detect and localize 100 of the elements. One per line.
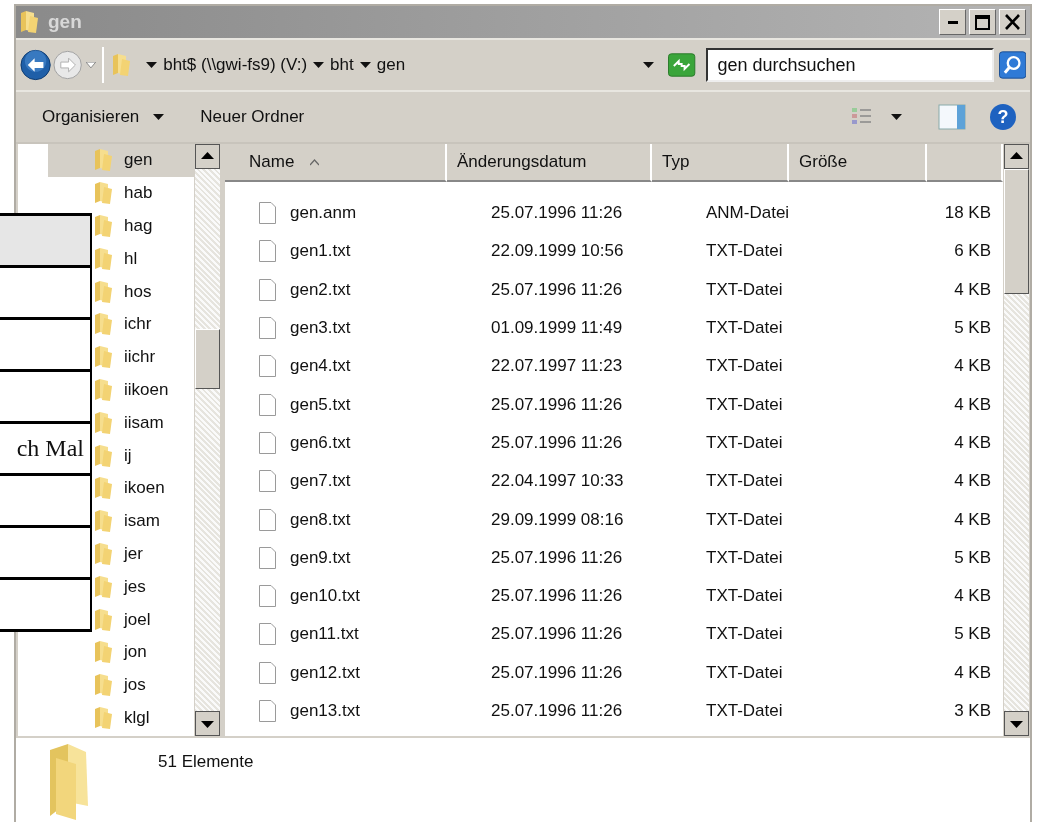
- folder-icon: [94, 476, 112, 501]
- search-button[interactable]: [998, 51, 1026, 79]
- scroll-down-button[interactable]: [1004, 711, 1029, 736]
- maximize-button[interactable]: [969, 9, 996, 35]
- sidebar-item[interactable]: ikoen: [18, 471, 194, 505]
- file-name[interactable]: gen10.txt: [290, 586, 360, 607]
- folder-icon: [94, 509, 112, 534]
- table-cell: 4 KB: [954, 394, 991, 415]
- folder-icon: [94, 214, 112, 238]
- file-name[interactable]: gen9.txt: [290, 547, 351, 568]
- folder-icon: [94, 148, 112, 173]
- file-name[interactable]: gen2.txt: [290, 279, 351, 300]
- minimize-icon: [947, 20, 958, 24]
- toolbar-button[interactable]: Neuer Ordner: [200, 107, 305, 127]
- file-list-scrollbar[interactable]: [1003, 144, 1030, 736]
- close-button[interactable]: [999, 9, 1026, 35]
- sidebar-item[interactable]: jos: [18, 668, 194, 702]
- scroll-thumb[interactable]: [194, 329, 220, 389]
- document-icon: [259, 431, 276, 454]
- scroll-up-button[interactable]: [1004, 144, 1029, 169]
- table-cell: TXT-Datei: [706, 547, 783, 568]
- table-cell: 4 KB: [954, 432, 991, 453]
- file-name[interactable]: gen7.txt: [290, 471, 351, 492]
- file-name[interactable]: gen12.txt: [290, 662, 360, 683]
- column-header[interactable]: Typ: [652, 144, 789, 182]
- search-field[interactable]: gen durchsuchen: [705, 48, 994, 82]
- table-cell: 4 KB: [954, 356, 991, 377]
- table-cell: TXT-Datei: [706, 662, 783, 683]
- table-cell: 25.07.1996 11:26: [491, 701, 623, 721]
- table-cell: 25.07.1996 11:26: [491, 547, 623, 568]
- refresh-button[interactable]: [668, 53, 696, 77]
- breadcrumb-item[interactable]: bht$ (\\gwi-fs9) (V:): [163, 55, 308, 75]
- document-icon: [259, 317, 276, 340]
- file-name[interactable]: gen11.txt: [290, 624, 359, 645]
- table-cell: 29.09.1999 08:16: [491, 509, 624, 530]
- file-name[interactable]: gen1.txt: [290, 241, 351, 262]
- document-icon: [259, 240, 276, 263]
- table-cell: 25.07.1996 11:26: [491, 586, 623, 607]
- document-icon: [259, 202, 276, 225]
- sidebar-item[interactable]: iikoen: [18, 373, 194, 407]
- sidebar-scrollbar[interactable]: [193, 144, 221, 736]
- sidebar-item[interactable]: jes: [18, 570, 194, 604]
- table-cell: 3 KB: [954, 701, 991, 721]
- sidebar-item[interactable]: gen: [48, 144, 194, 177]
- folder-icon: [94, 607, 112, 632]
- breadcrumb-item[interactable]: bht: [330, 55, 354, 75]
- help-button[interactable]: ?: [990, 104, 1016, 130]
- window-title: gen: [48, 11, 82, 33]
- file-name[interactable]: gen.anm: [290, 203, 357, 224]
- table-cell: TXT-Datei: [706, 432, 783, 453]
- table-cell: TXT-Datei: [706, 394, 783, 415]
- sidebar-item[interactable]: jon: [18, 635, 194, 669]
- sidebar-item[interactable]: klgl: [18, 701, 194, 735]
- breadcrumb-arrow-icon: [313, 61, 325, 69]
- sidebar-item[interactable]: hag: [18, 209, 194, 243]
- sidebar-item[interactable]: hos: [18, 275, 194, 308]
- breadcrumb-arrow-icon: [146, 61, 158, 69]
- sidebar-item[interactable]: jer: [18, 537, 194, 571]
- table-cell: 4 KB: [954, 586, 991, 607]
- dropdown-caret-icon: [643, 61, 655, 69]
- column-header[interactable]: Änderungsdatum: [447, 144, 652, 182]
- file-name[interactable]: gen3.txt: [290, 318, 351, 339]
- file-name[interactable]: gen6.txt: [290, 432, 351, 453]
- document-icon: [259, 546, 276, 569]
- sidebar-item[interactable]: joel: [18, 603, 194, 636]
- file-name[interactable]: gen13.txt: [290, 701, 360, 721]
- breadcrumb-item[interactable]: gen: [376, 55, 406, 75]
- document-icon: [259, 470, 276, 493]
- history-dropdown-icon[interactable]: [86, 62, 97, 68]
- preview-pane-icon[interactable]: [938, 104, 966, 130]
- file-name[interactable]: gen5.txt: [290, 394, 351, 415]
- sidebar-item[interactable]: hab: [18, 176, 194, 210]
- table-cell: TXT-Datei: [706, 624, 783, 645]
- table-cell: 25.07.1996 11:26: [491, 432, 623, 453]
- scroll-up-button[interactable]: [194, 144, 220, 169]
- toolbar-button[interactable]: Organisieren: [42, 107, 165, 127]
- scroll-thumb[interactable]: [1004, 169, 1029, 294]
- table-cell: TXT-Datei: [706, 471, 783, 492]
- folder-icon: [94, 246, 112, 271]
- table-cell: 4 KB: [954, 662, 991, 683]
- sidebar-item[interactable]: iichr: [18, 340, 194, 374]
- table-cell: 6 KB: [954, 241, 991, 262]
- table-cell: TXT-Datei: [706, 279, 783, 300]
- table-cell: 22.09.1999 10:56: [491, 241, 624, 262]
- minimize-button[interactable]: [939, 9, 966, 35]
- column-header[interactable]: Größe: [789, 144, 927, 182]
- sidebar-item[interactable]: isam: [18, 504, 194, 538]
- folder-icon: [94, 541, 112, 566]
- sidebar-item[interactable]: hl: [18, 242, 194, 276]
- folder-icon: [94, 410, 112, 435]
- table-cell: TXT-Datei: [706, 586, 783, 607]
- folder-icon: [94, 673, 112, 698]
- column-header[interactable]: Name: [225, 144, 447, 182]
- back-button[interactable]: [20, 49, 52, 81]
- sidebar-item[interactable]: ichr: [18, 308, 194, 341]
- scroll-down-button[interactable]: [194, 711, 220, 736]
- table-cell: 22.07.1997 11:23: [491, 356, 623, 377]
- file-name[interactable]: gen4.txt: [290, 356, 351, 377]
- view-dropdown-caret-icon[interactable]: [891, 113, 902, 121]
- file-name[interactable]: gen8.txt: [290, 509, 351, 530]
